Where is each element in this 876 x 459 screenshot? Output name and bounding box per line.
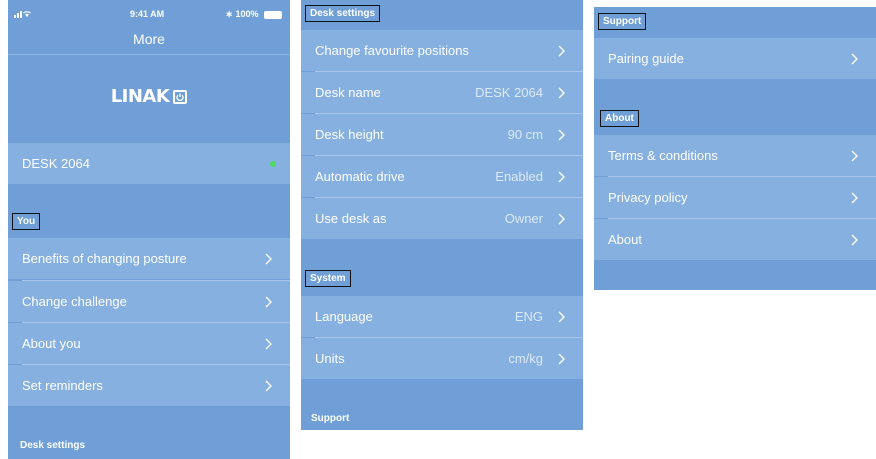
list-item-set-reminders[interactable]: Set reminders — [8, 365, 290, 406]
chevron-right-icon — [265, 296, 272, 307]
list-item-desk-height[interactable]: Desk height 90 cm — [301, 114, 583, 155]
connected-status-dot — [270, 160, 276, 167]
list-item-favourite-positions[interactable]: Change favourite positions — [301, 30, 583, 71]
chevron-right-icon — [851, 53, 858, 64]
list-item-label: Desk height — [315, 127, 384, 142]
list-item-about-you[interactable]: About you — [8, 323, 290, 364]
chevron-right-icon — [558, 353, 565, 364]
chevron-right-icon — [851, 234, 858, 245]
list-item-value: ENG — [514, 309, 543, 324]
section-header-you: You — [12, 213, 41, 230]
list-item-value: cm/kg — [508, 351, 543, 366]
chevron-right-icon — [265, 338, 272, 349]
bluetooth-icon: ∗ — [225, 9, 233, 19]
support-about-screen: Support Pairing guide About Terms & cond… — [594, 7, 876, 290]
list-item-label: Language — [315, 309, 373, 324]
chevron-right-icon — [851, 150, 858, 161]
chevron-right-icon — [851, 192, 858, 203]
section-header-desk-settings: Desk settings — [305, 5, 381, 22]
chevron-right-icon — [558, 87, 565, 98]
list-item-label: Benefits of changing posture — [22, 251, 187, 266]
list-item-desk-name[interactable]: Desk name DESK 2064 — [301, 72, 583, 113]
list-item-value: 90 cm — [507, 127, 543, 142]
section-header-support: Support — [311, 413, 350, 424]
section-header-desk-settings: Desk settings — [20, 440, 86, 451]
chevron-right-icon — [558, 171, 565, 182]
power-icon — [173, 89, 188, 104]
battery-icon — [264, 10, 282, 19]
linak-logo: LINAK — [8, 86, 290, 107]
list-item-label: Privacy policy — [608, 190, 688, 205]
battery-percent: 100% — [235, 9, 259, 19]
list-item-value: DESK 2064 — [475, 85, 543, 100]
list-item-value: Owner — [504, 211, 543, 226]
settings-screen: Desk settings Change favourite positions… — [301, 0, 583, 430]
signal-wifi-icon — [14, 9, 36, 20]
list-item-label: Automatic drive — [315, 169, 405, 184]
list-item-label: Desk name — [315, 85, 381, 100]
divider — [8, 54, 290, 55]
list-item-label: Terms & conditions — [608, 148, 718, 163]
list-item-terms[interactable]: Terms & conditions — [594, 135, 876, 176]
list-item-label: Change favourite positions — [315, 43, 469, 58]
section-header-about: About — [600, 110, 639, 127]
chevron-right-icon — [265, 253, 272, 264]
list-item-label: Pairing guide — [608, 51, 684, 66]
list-item-value: Enabled — [495, 169, 543, 184]
desk-connection-item[interactable]: DESK 2064 — [8, 143, 290, 184]
list-item-label: About — [608, 232, 642, 247]
more-screen: 9:41 AM ∗ 100% More LINAK DESK 2064 You … — [8, 0, 290, 459]
list-item-use-desk-as[interactable]: Use desk as Owner — [301, 198, 583, 239]
list-item-benefits[interactable]: Benefits of changing posture — [8, 238, 290, 279]
list-item-label: Units — [315, 351, 345, 366]
list-item-pairing-guide[interactable]: Pairing guide — [594, 38, 876, 79]
chevron-right-icon — [558, 213, 565, 224]
list-item-change-challenge[interactable]: Change challenge — [8, 281, 290, 322]
chevron-right-icon — [558, 129, 565, 140]
list-item-language[interactable]: Language ENG — [301, 296, 583, 337]
list-item-privacy-policy[interactable]: Privacy policy — [594, 177, 876, 218]
status-time: 9:41 AM — [130, 9, 165, 19]
list-item-label: Set reminders — [22, 378, 103, 393]
chevron-right-icon — [558, 311, 565, 322]
page-title: More — [133, 31, 165, 47]
chevron-right-icon — [558, 45, 565, 56]
logo-text: LINAK — [110, 86, 170, 107]
section-header-support: Support — [598, 13, 647, 30]
list-item-automatic-drive[interactable]: Automatic drive Enabled — [301, 156, 583, 197]
list-item-label: Change challenge — [22, 294, 127, 309]
desk-name-label: DESK 2064 — [22, 156, 90, 171]
list-item-label: Use desk as — [315, 211, 387, 226]
list-item-label: About you — [22, 336, 81, 351]
battery-status: ∗ 100% — [225, 9, 282, 20]
chevron-right-icon — [265, 380, 272, 391]
section-header-system: System — [305, 270, 351, 287]
list-item-units[interactable]: Units cm/kg — [301, 338, 583, 379]
list-item-about[interactable]: About — [594, 219, 876, 260]
